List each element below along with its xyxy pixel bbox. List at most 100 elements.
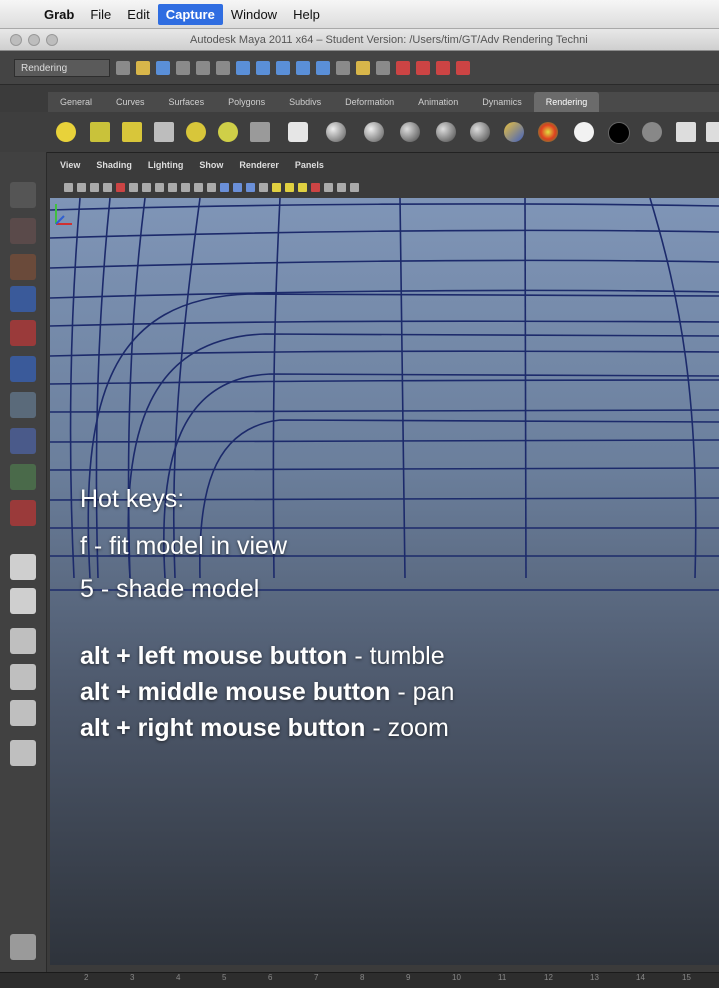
shelf-tab-deformation[interactable]: Deformation [333,92,406,112]
lasso-tool-icon[interactable] [10,218,36,244]
rotate-tool-icon[interactable] [10,320,36,346]
select-camera-icon[interactable] [64,182,73,192]
ramp-shader-icon[interactable] [504,122,524,142]
move-tool-icon[interactable] [10,286,36,312]
phonge-icon[interactable] [400,122,420,142]
phong-icon[interactable] [364,122,384,142]
render-icon[interactable] [676,122,696,142]
gray-shader-icon[interactable] [642,122,662,142]
shelf-tab-surfaces[interactable]: Surfaces [157,92,217,112]
panel-menu-lighting[interactable]: Lighting [148,160,184,176]
hypershade-layout-icon[interactable] [10,700,36,726]
fractal-texture-icon[interactable] [538,122,558,142]
bookmark-icon[interactable] [90,182,99,192]
new-scene-icon[interactable] [116,60,130,75]
anisotropic-icon[interactable] [436,122,456,142]
shelf-tab-general[interactable]: General [48,92,104,112]
menu-set-selector[interactable]: Rendering [14,58,110,77]
custom-layout-icon[interactable] [10,740,36,766]
select-tool-icon[interactable] [10,182,36,208]
four-view-layout-icon[interactable] [10,588,36,614]
shelf-tab-rendering[interactable]: Rendering [533,92,600,112]
xray-icon[interactable] [324,182,333,192]
select-component-icon[interactable] [216,60,230,75]
all-lights-icon[interactable] [285,182,294,192]
history-icon[interactable] [336,60,350,75]
shelf-tab-curves[interactable]: Curves [104,92,157,112]
manipulator-tool-icon[interactable] [10,392,36,418]
render-current-icon[interactable] [376,60,390,75]
snap-grid-icon[interactable] [236,60,250,75]
menu-edit[interactable]: Edit [119,4,157,25]
shelf-tab-dynamics[interactable]: Dynamics [470,92,534,112]
time-slider[interactable]: 2 3 4 5 6 7 8 9 10 11 12 13 14 15 [0,972,719,988]
xray-joints-icon[interactable] [337,182,346,192]
use-background-icon[interactable] [608,122,630,144]
single-perspective-layout-icon[interactable] [10,554,36,580]
default-light-icon[interactable] [272,182,281,192]
gate-mask-icon[interactable] [168,182,177,192]
wireframe-on-shaded-icon[interactable] [246,182,255,192]
spot-light-icon[interactable] [122,122,142,142]
resolution-gate-icon[interactable] [155,182,164,192]
panel-menu-show[interactable]: Show [199,160,223,176]
toggle-panel-icon[interactable] [10,934,36,960]
grid-icon[interactable] [129,182,138,192]
hypershade-icon[interactable] [436,60,450,75]
close-window-button[interactable] [10,33,22,46]
surface-shader-icon[interactable] [574,122,594,142]
minimize-window-button[interactable] [28,33,40,46]
shelf-tab-animation[interactable]: Animation [406,92,470,112]
ipr-render-icon[interactable] [396,60,410,75]
lambert-icon[interactable] [288,122,308,142]
layered-shader-icon[interactable] [470,122,490,142]
safe-title-icon[interactable] [207,182,216,192]
snap-surface-icon[interactable] [316,60,330,75]
ambient-light-icon[interactable] [186,122,206,142]
select-hierarchy-icon[interactable] [176,60,190,75]
wireframe-icon[interactable] [220,182,229,192]
panel-menu-shading[interactable]: Shading [96,160,132,176]
point-light-icon[interactable] [56,122,76,142]
blinn-icon[interactable] [326,122,346,142]
snap-curve-icon[interactable] [256,60,270,75]
isolate-select-icon[interactable] [311,182,320,192]
shelf-tab-subdivs[interactable]: Subdivs [277,92,333,112]
render-view-icon[interactable] [456,60,470,75]
menu-window[interactable]: Window [223,4,285,25]
menu-help[interactable]: Help [285,4,328,25]
construction-history-icon[interactable] [356,60,370,75]
last-tool-icon[interactable] [10,500,36,526]
volume-light-icon[interactable] [218,122,238,142]
save-scene-icon[interactable] [156,60,170,75]
scale-tool-icon[interactable] [10,356,36,382]
menu-app-grab[interactable]: Grab [36,4,82,25]
snap-point-icon[interactable] [276,60,290,75]
image-plane-icon[interactable] [103,182,112,192]
soft-mod-tool-icon[interactable] [10,428,36,454]
show-manipulator-icon[interactable] [10,464,36,490]
snap-plane-icon[interactable] [296,60,310,75]
panel-menu-panels[interactable]: Panels [295,160,324,176]
safe-action-icon[interactable] [194,182,203,192]
graph-editor-layout-icon[interactable] [10,664,36,690]
paint-select-tool-icon[interactable] [10,254,36,280]
film-gate-icon[interactable] [142,182,151,192]
textured-icon[interactable] [259,182,268,192]
zoom-window-button[interactable] [46,33,58,46]
open-scene-icon[interactable] [136,60,150,75]
outliner-layout-icon[interactable] [10,628,36,654]
share-icon[interactable] [350,182,359,192]
two-d-pan-icon[interactable] [116,182,125,192]
area-light-icon[interactable] [154,122,174,142]
camera-attributes-icon[interactable] [77,182,86,192]
selected-lights-icon[interactable] [298,182,307,192]
camera-icon[interactable] [250,122,270,142]
field-chart-icon[interactable] [181,182,190,192]
directional-light-icon[interactable] [90,122,110,142]
smooth-shade-icon[interactable] [233,182,242,192]
menu-file[interactable]: File [82,4,119,25]
render-settings-icon[interactable] [416,60,430,75]
menu-capture[interactable]: Capture [157,3,223,25]
ipr-icon[interactable] [706,122,719,142]
